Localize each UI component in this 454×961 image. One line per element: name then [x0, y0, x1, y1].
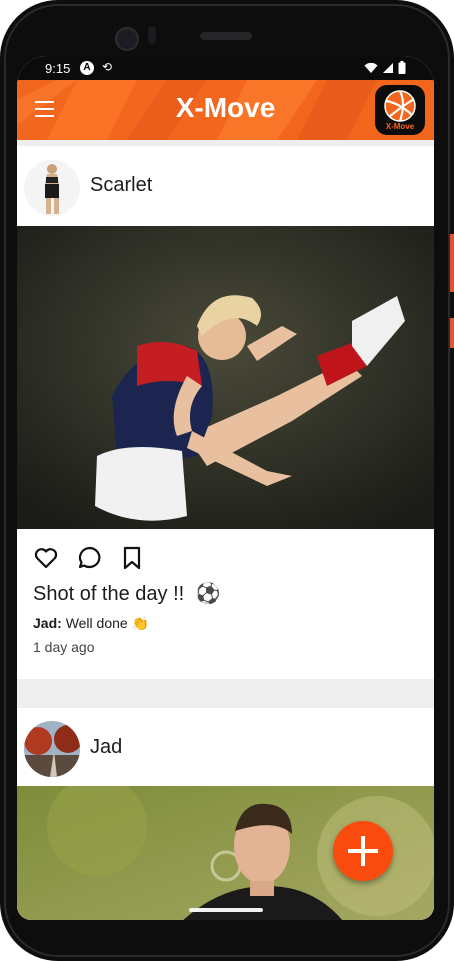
bookmark-icon[interactable]: [119, 545, 145, 571]
battery-icon: [398, 61, 406, 74]
gesture-nav-bar: [17, 900, 434, 920]
power-button: [450, 234, 454, 292]
app-bar: X-Move X-Move: [17, 80, 434, 140]
android-auto-icon: A: [80, 61, 94, 75]
app-title: X-Move: [175, 92, 276, 123]
front-camera: [115, 27, 139, 51]
app-logo[interactable]: X-Move: [375, 85, 425, 135]
avatar[interactable]: [24, 721, 80, 777]
status-bar: 9:15 A ⟲: [17, 56, 434, 80]
post-caption: Shot of the day !! ⚽: [33, 581, 221, 606]
comment-text: Well done 👏: [65, 615, 150, 631]
post-username[interactable]: Scarlet: [90, 174, 152, 197]
avatar-image: [24, 160, 80, 216]
feed[interactable]: Scarlet Shot of the day !! ⚽ Jad: Well d…: [17, 140, 434, 920]
cell-signal-icon: [383, 62, 393, 73]
logo-text: X-Move: [385, 122, 415, 131]
post-header: Jad: [17, 708, 434, 786]
add-post-button[interactable]: [333, 821, 393, 881]
post-card: Scarlet Shot of the day !! ⚽ Jad: Well d…: [17, 146, 434, 679]
post-actions: [17, 529, 434, 573]
post-comment[interactable]: Jad: Well done 👏: [33, 615, 149, 632]
caption-text: Shot of the day !!: [33, 583, 185, 605]
comment-icon[interactable]: [77, 545, 103, 571]
heart-icon[interactable]: [33, 545, 59, 571]
plus-icon: [348, 836, 378, 866]
post-photo-graphic: [17, 226, 434, 529]
post-photo[interactable]: [17, 226, 434, 529]
status-right-icons: [364, 61, 406, 74]
app-screen: 9:15 A ⟲ X-Move X-Move Scarlet Shot of t…: [17, 56, 434, 920]
post-username[interactable]: Jad: [90, 736, 122, 759]
phone-frame: 9:15 A ⟲ X-Move X-Move Scarlet Shot of t…: [0, 0, 454, 961]
avatar-image: [24, 721, 80, 777]
soccer-ball-icon: ⚽: [195, 583, 221, 605]
comment-username[interactable]: Jad:: [33, 615, 62, 631]
volume-button: [450, 318, 454, 348]
sync-icon: ⟲: [102, 60, 113, 74]
proximity-sensor: [148, 26, 156, 44]
status-time: 9:15: [45, 61, 71, 76]
home-gesture-pill[interactable]: [189, 908, 263, 912]
post-card: Jad: [17, 708, 434, 920]
earpiece-speaker: [200, 32, 252, 40]
wifi-icon: [364, 62, 378, 73]
post-header: Scarlet: [17, 146, 434, 226]
avatar[interactable]: [24, 160, 80, 216]
post-timestamp: 1 day ago: [33, 639, 95, 655]
